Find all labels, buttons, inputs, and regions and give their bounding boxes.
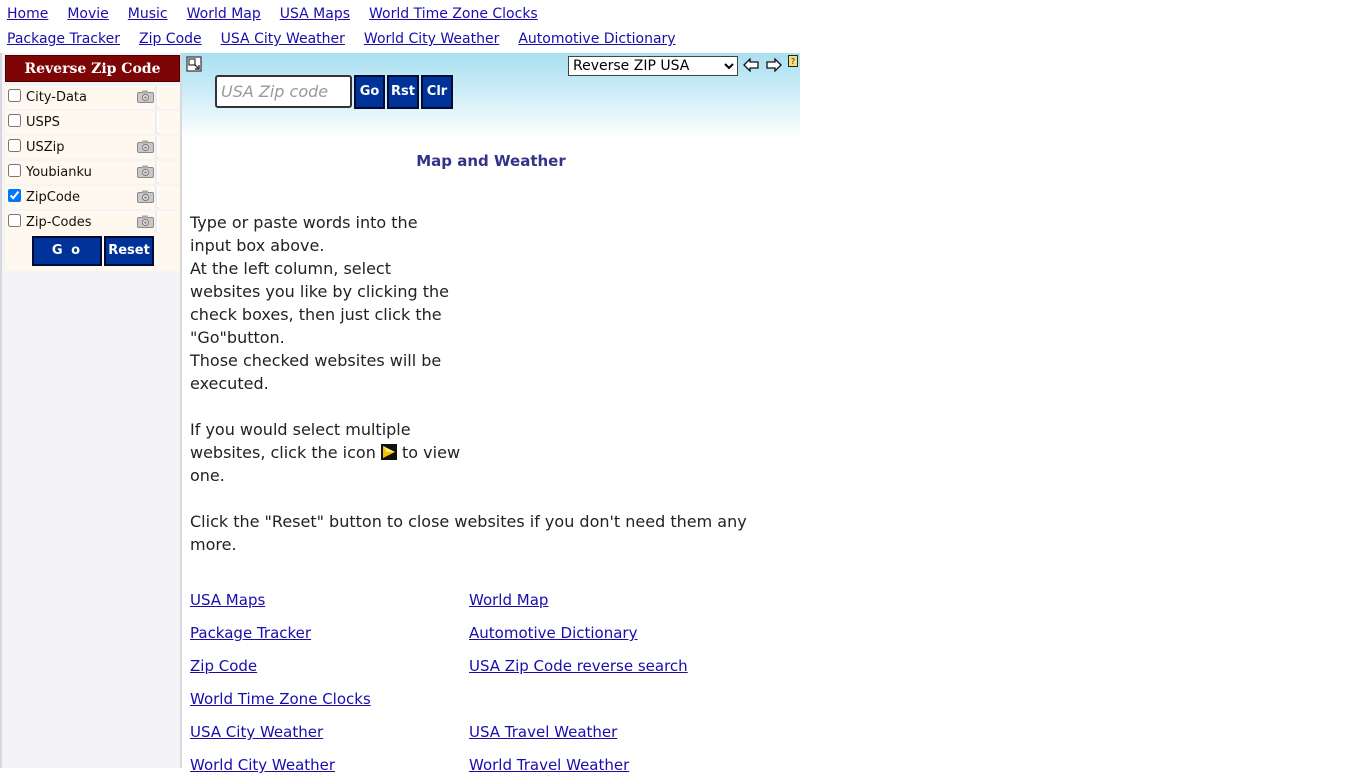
content-link[interactable]: World Travel Weather <box>469 756 629 774</box>
forward-arrow-icon[interactable] <box>766 58 782 72</box>
nav-link-movie[interactable]: Movie <box>67 6 108 22</box>
page-title: Map and Weather <box>416 152 566 170</box>
nav-link-usa-maps[interactable]: USA Maps <box>280 6 350 22</box>
expand-window-icon[interactable] <box>186 56 202 72</box>
site-label: Youbianku <box>26 165 92 180</box>
sidebar-title: Reverse Zip Code <box>5 55 180 82</box>
top-nav-row-1: Home Movie Music World Map USA Maps World Tim… <box>7 6 557 22</box>
site-end-cell <box>159 186 180 209</box>
site-label: USZip <box>26 140 65 155</box>
instruction-line: Those checked websites will be executed. <box>190 351 442 393</box>
multiple-sites-text: If you would select multiple websites, c… <box>190 420 411 462</box>
site-checkbox[interactable] <box>8 164 21 177</box>
nav-link-zip-code[interactable]: Zip Code <box>139 31 202 47</box>
site-checkbox[interactable] <box>8 214 21 227</box>
view-site-icon <box>380 444 397 460</box>
site-checkbox[interactable] <box>8 139 21 152</box>
site-end-cell <box>159 211 180 234</box>
site-end-cell <box>159 111 180 134</box>
svg-text:?: ? <box>791 57 795 66</box>
content-link[interactable]: Package Tracker <box>190 624 311 642</box>
search-clear-button[interactable]: Clr <box>421 75 453 109</box>
instruction-line: Type or paste words into the input box a… <box>190 213 418 255</box>
reset-instructions: Click the "Reset" button to close websit… <box>190 512 747 554</box>
search-toolbar: Go Rst Clr Reverse ZIP USA ? <box>182 53 800 137</box>
nav-link-home[interactable]: Home <box>7 6 48 22</box>
site-cell: Youbianku <box>5 161 157 184</box>
site-end-cell <box>159 86 180 109</box>
content-link[interactable]: Automotive Dictionary <box>469 624 637 642</box>
camera-icon[interactable] <box>137 215 154 228</box>
site-end-cell <box>159 161 180 184</box>
search-go-button[interactable]: Go <box>354 75 385 109</box>
site-cell: USPS <box>5 111 157 134</box>
site-cell: City-Data <box>5 86 157 109</box>
back-arrow-icon[interactable] <box>743 58 759 72</box>
content-link[interactable]: USA Travel Weather <box>469 723 617 741</box>
instruction-line: At the left column, select websites you … <box>190 259 449 347</box>
site-cell: Zip-Codes <box>5 211 157 234</box>
site-cell: USZip <box>5 136 157 159</box>
site-checkbox[interactable] <box>8 89 21 102</box>
search-mode-select[interactable]: Reverse ZIP USA <box>568 56 738 76</box>
site-end-cell <box>159 136 180 159</box>
nav-link-automotive-dictionary[interactable]: Automotive Dictionary <box>518 31 675 47</box>
camera-icon[interactable] <box>137 165 154 178</box>
site-row: USPS <box>5 111 180 134</box>
content-link[interactable]: USA Zip Code reverse search <box>469 657 688 675</box>
site-label: ZipCode <box>26 190 81 205</box>
site-row: USZip <box>5 136 180 159</box>
site-row: Zip-Codes <box>5 211 180 234</box>
top-nav-row-2: Package Tracker Zip Code USA City Weather W… <box>7 31 695 47</box>
site-checkbox[interactable] <box>8 189 21 202</box>
nav-link-world-map[interactable]: World Map <box>187 6 261 22</box>
sidebar: Reverse Zip Code City-Data USPS USZip Youbi… <box>0 53 182 768</box>
nav-link-world-time-zone-clocks[interactable]: World Time Zone Clocks <box>369 6 538 22</box>
nav-link-music[interactable]: Music <box>128 6 168 22</box>
reset-button[interactable]: Reset <box>104 236 154 266</box>
help-icon[interactable]: ? <box>788 55 798 67</box>
content-link[interactable]: World Time Zone Clocks <box>190 690 371 708</box>
nav-link-package-tracker[interactable]: Package Tracker <box>7 31 120 47</box>
site-cell: ZipCode <box>5 186 157 209</box>
go-button[interactable]: G o <box>32 236 102 266</box>
search-reset-button[interactable]: Rst <box>387 75 419 109</box>
site-row: ZipCode <box>5 186 180 209</box>
sidebar-button-bar: G o Reset <box>5 233 180 271</box>
site-checkbox[interactable] <box>8 114 21 127</box>
site-label: Zip-Codes <box>26 215 92 230</box>
instructions-paragraph: Type or paste words into the input box a… <box>190 211 460 395</box>
camera-icon[interactable] <box>137 190 154 203</box>
nav-link-usa-city-weather[interactable]: USA City Weather <box>221 31 345 47</box>
content-link[interactable]: USA City Weather <box>190 723 323 741</box>
nav-link-world-city-weather[interactable]: World City Weather <box>364 31 499 47</box>
camera-icon[interactable] <box>137 140 154 153</box>
content-link[interactable]: Zip Code <box>190 657 257 675</box>
site-label: USPS <box>26 115 60 130</box>
multiple-sites-paragraph: If you would select multiple websites, c… <box>190 418 480 487</box>
content-link[interactable]: World Map <box>469 591 548 609</box>
camera-icon[interactable] <box>137 90 154 103</box>
content-link[interactable]: World City Weather <box>190 756 335 774</box>
site-row: City-Data <box>5 86 180 109</box>
site-row: Youbianku <box>5 161 180 184</box>
site-label: City-Data <box>26 90 87 105</box>
zip-code-input[interactable] <box>215 75 352 108</box>
content-link[interactable]: USA Maps <box>190 591 265 609</box>
